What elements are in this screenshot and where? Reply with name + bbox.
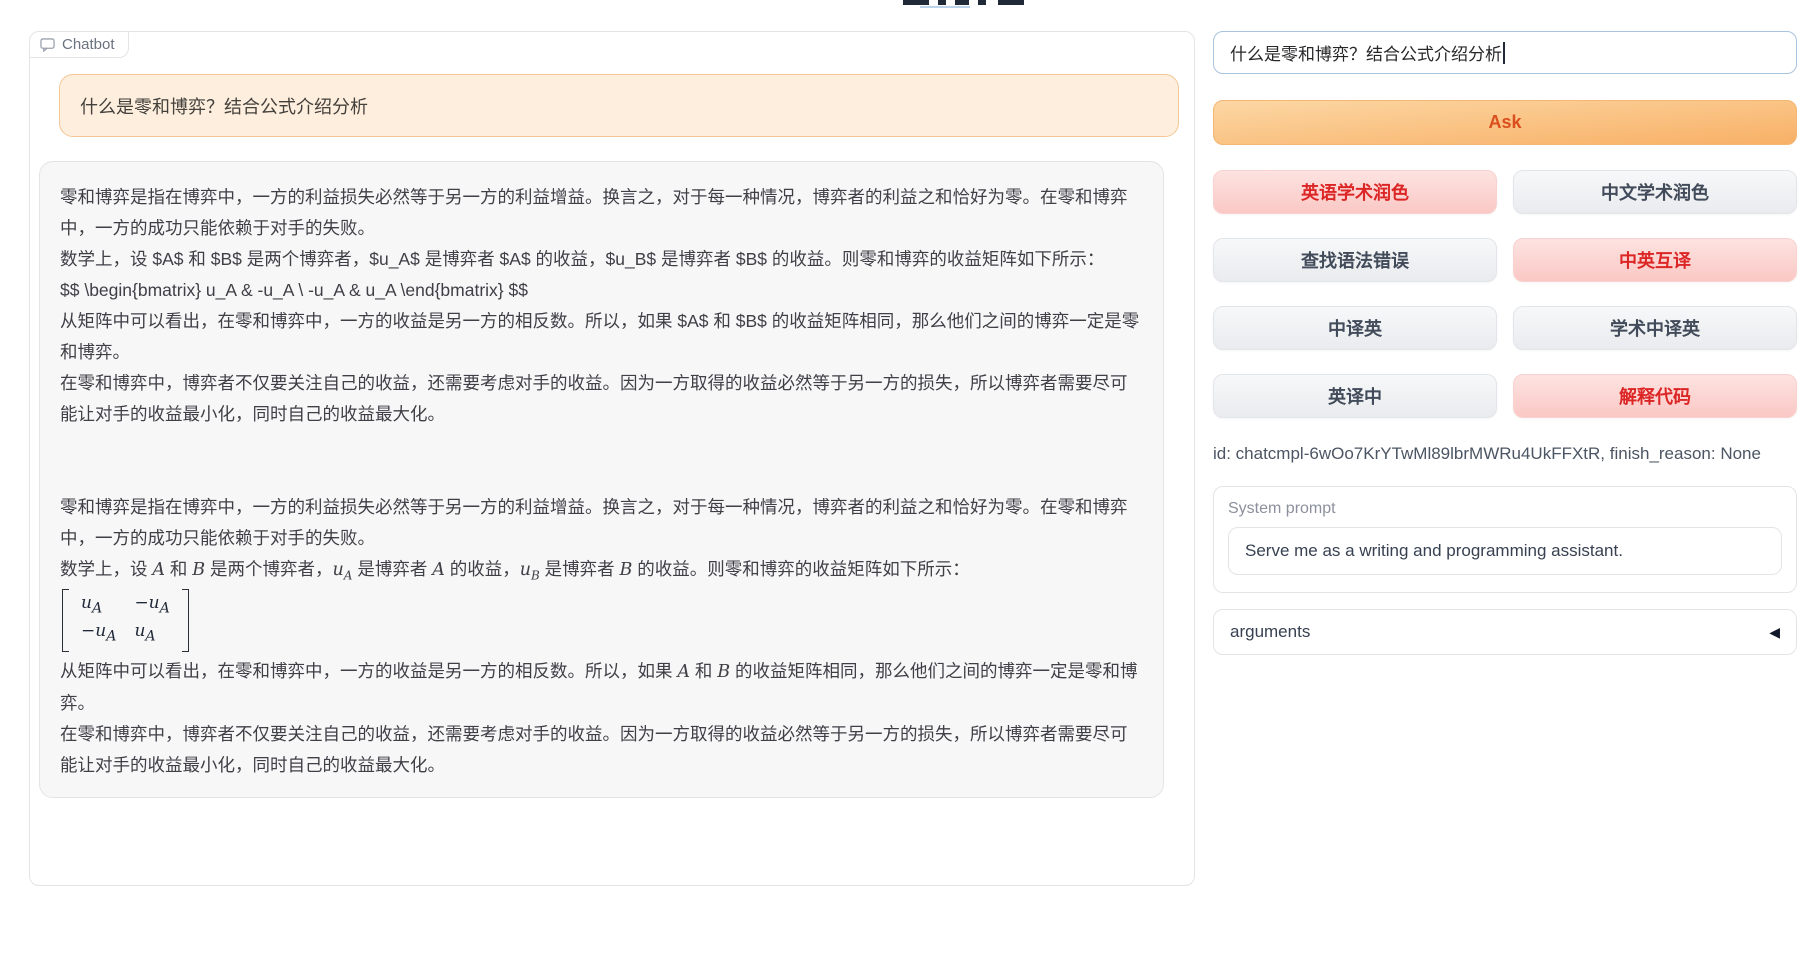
arguments-accordion-label: arguments: [1230, 622, 1310, 642]
ask-button[interactable]: Ask: [1213, 100, 1797, 145]
math-var-B: B: [192, 560, 205, 580]
matrix-cell-r2c1: −uA: [81, 620, 116, 648]
math-var-uB: uB: [520, 560, 540, 580]
system-prompt-input[interactable]: Serve me as a writing and programming as…: [1228, 527, 1782, 575]
math-var-A: A: [152, 560, 165, 580]
matrix-left-bracket: [62, 589, 69, 652]
user-message-bubble: 什么是零和博弈？结合公式介绍分析: [59, 74, 1179, 137]
text-caret: [1503, 42, 1505, 64]
clipped-title-stroke: [903, 0, 929, 5]
bot-paragraph-rendered-4: 在零和博弈中，博弈者不仅要关注自己的收益，还需要考虑对手的收益。因为一方取得的收…: [60, 719, 1141, 781]
matrix-right-bracket: [182, 589, 189, 652]
clipped-title-stroke: [978, 0, 986, 5]
clipped-title-stroke: [998, 0, 1024, 5]
bot-paragraph-rendered-1: 零和博弈是指在博弈中，一方的利益损失必然等于另一方的利益增益。换言之，对于每一种…: [60, 492, 1141, 554]
system-prompt-group: System prompt Serve me as a writing and …: [1213, 486, 1797, 593]
clipped-title-stroke: [938, 0, 946, 5]
quick-action-grid: 英语学术润色 中文学术润色 查找语法错误 中英互译 中译英 学术中译英 英译中 …: [1213, 170, 1797, 418]
bot-paragraph-rendered-math-intro: 数学上，设 A 和 B 是两个博弈者，uA 是博弈者 A 的收益，uB 是博弈者…: [60, 554, 1141, 586]
bot-message-bubble: 零和博弈是指在博弈中，一方的利益损失必然等于另一方的利益增益。换言之，对于每一种…: [39, 161, 1164, 798]
math-var-uA: uA: [333, 560, 353, 580]
accordion-collapse-icon: ◀: [1769, 624, 1780, 641]
action-button-find-grammar-errors[interactable]: 查找语法错误: [1213, 238, 1497, 282]
action-button-zh-en-mutual-translation[interactable]: 中英互译: [1513, 238, 1797, 282]
bot-paragraph-raw-formula: $$ \begin{bmatrix} u_A & -u_A \ -u_A & u…: [60, 275, 1141, 306]
system-prompt-label: System prompt: [1228, 500, 1782, 518]
clipped-title-underline: [920, 6, 970, 8]
arguments-accordion-header[interactable]: arguments ◀: [1213, 609, 1797, 655]
chatbot-label-text: Chatbot: [62, 36, 115, 53]
bot-paragraph-raw-4: 在零和博弈中，博弈者不仅要关注自己的收益，还需要考虑对手的收益。因为一方取得的收…: [60, 368, 1141, 430]
bot-paragraph-rendered-3: 从矩阵中可以看出，在零和博弈中，一方的收益是另一方的相反数。所以，如果 A 和 …: [60, 656, 1141, 719]
matrix-cell-r1c2: −uA: [134, 592, 169, 620]
completion-status-line: id: chatcmpl-6wOo7KrYTwMl89lbrMWRu4UkFFX…: [1213, 444, 1797, 465]
bot-paragraph-raw-2: 数学上，设 $A$ 和 $B$ 是两个博弈者，$u_A$ 是博弈者 $A$ 的收…: [60, 244, 1141, 275]
chatbot-label: Chatbot: [29, 31, 129, 58]
clipped-page-title: [903, 0, 1043, 9]
bot-paragraph-raw-1: 零和博弈是指在博弈中，一方的利益损失必然等于另一方的利益增益。换言之，对于每一种…: [60, 182, 1141, 244]
math-var-A: A: [677, 662, 690, 682]
question-input[interactable]: 什么是零和博弈？结合公式介绍分析: [1213, 31, 1797, 74]
user-message-text: 什么是零和博弈？结合公式介绍分析: [80, 93, 368, 119]
action-button-zh-to-en[interactable]: 中译英: [1213, 306, 1497, 350]
math-var-B: B: [620, 560, 633, 580]
matrix-cell-r2c2: uA: [134, 620, 169, 648]
matrix-cell-r1c1: uA: [81, 592, 116, 620]
question-input-value: 什么是零和博弈？结合公式介绍分析: [1230, 40, 1502, 65]
control-panel: 什么是零和博弈？结合公式介绍分析 Ask 英语学术润色 中文学术润色 查找语法错…: [1213, 31, 1797, 655]
math-var-B: B: [717, 662, 730, 682]
chatbot-panel: Chatbot 什么是零和博弈？结合公式介绍分析 零和博弈是指在博弈中，一方的利…: [29, 31, 1195, 886]
action-button-en-to-zh[interactable]: 英译中: [1213, 374, 1497, 418]
action-button-chinese-academic-polish[interactable]: 中文学术润色: [1513, 170, 1797, 214]
action-button-explain-code[interactable]: 解释代码: [1513, 374, 1797, 418]
payoff-matrix: uA −uA −uA uA: [62, 589, 189, 652]
bot-message-blank-gap: [60, 430, 1141, 492]
bot-paragraph-raw-3: 从矩阵中可以看出，在零和博弈中，一方的收益是另一方的相反数。所以，如果 $A$ …: [60, 306, 1141, 368]
system-prompt-value: Serve me as a writing and programming as…: [1245, 541, 1623, 561]
action-button-academic-zh-to-en[interactable]: 学术中译英: [1513, 306, 1797, 350]
math-var-A: A: [432, 560, 445, 580]
action-button-english-academic-polish[interactable]: 英语学术润色: [1213, 170, 1497, 214]
chat-bubble-icon: [40, 38, 55, 52]
clipped-title-stroke: [955, 0, 969, 5]
